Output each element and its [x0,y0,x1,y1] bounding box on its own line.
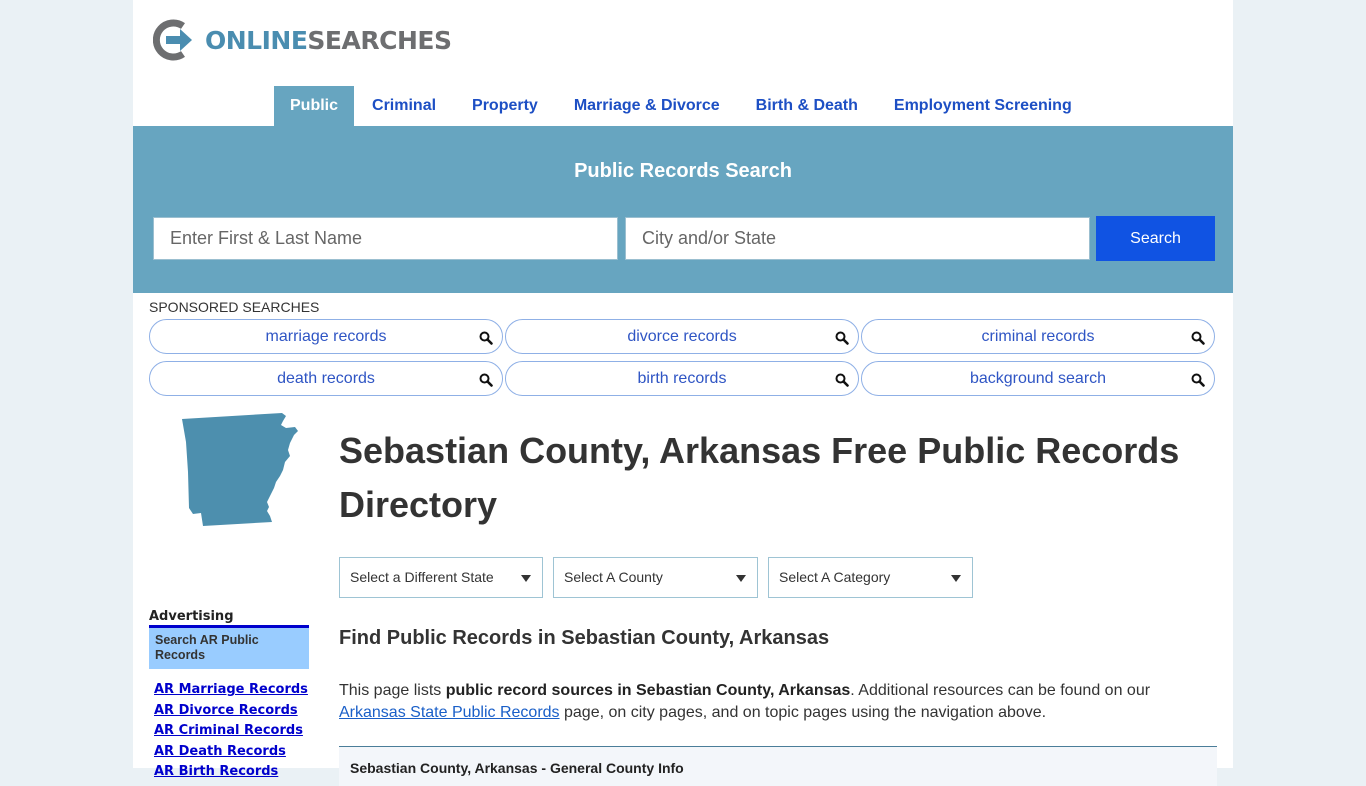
pill-label: marriage records [265,328,387,345]
search-icon [479,331,493,345]
select-state-value: Select a Different State [350,569,494,585]
sponsored-searches-grid: marriage records divorce records crimina… [149,319,1215,396]
sidebar-link-ar-criminal-records[interactable]: AR Criminal Records [154,721,308,742]
sidebar-links: AR Marriage Records AR Divorce Records A… [154,680,308,783]
nav-item-marriage-divorce[interactable]: Marriage & Divorce [556,86,738,126]
sponsored-search-pill[interactable]: divorce records [505,319,859,354]
logo-icon [153,19,192,61]
sidebar-link-ar-divorce-records[interactable]: AR Divorce Records [154,701,308,722]
select-county-dropdown[interactable]: Select A County [553,557,758,598]
sponsored-search-pill[interactable]: marriage records [149,319,503,354]
section-heading: Find Public Records in Sebastian County,… [339,627,830,649]
main-nav: Public Criminal Property Marriage & Divo… [274,86,1090,126]
chevron-down-icon [521,575,531,582]
sponsored-searches-label: SPONSORED SEARCHES [149,299,320,315]
pill-label: criminal records [981,328,1095,345]
nav-item-birth-death[interactable]: Birth & Death [738,86,876,126]
search-banner: Public Records Search Search [133,126,1233,293]
pill-label: background search [969,370,1107,387]
arkansas-state-map-icon [182,413,298,526]
sponsored-search-pill[interactable]: death records [149,361,503,396]
pill-label: death records [277,370,375,387]
select-category-dropdown[interactable]: Select A Category [768,557,973,598]
logo-text: ONLINESEARCHES [205,25,452,55]
search-icon [1191,373,1205,387]
search-icon [1191,331,1205,345]
sponsored-search-pill[interactable]: birth records [505,361,859,396]
select-county-value: Select A County [564,569,663,585]
intro-text: This page lists [339,682,446,699]
sidebar-link-ar-birth-records[interactable]: AR Birth Records [154,762,308,783]
city-state-input[interactable] [625,217,1090,260]
intro-text: page, on city pages, and on topic pages … [559,704,1047,721]
select-different-state-dropdown[interactable]: Select a Different State [339,557,543,598]
search-banner-title: Public Records Search [574,160,792,182]
nav-item-employment-screening[interactable]: Employment Screening [876,86,1090,126]
chevron-down-icon [736,575,746,582]
sponsored-search-pill[interactable]: criminal records [861,319,1215,354]
pill-label: birth records [637,370,727,387]
intro-paragraph: This page lists public record sources in… [339,680,1219,724]
search-button[interactable]: Search [1096,216,1215,261]
sponsored-search-pill[interactable]: background search [861,361,1215,396]
chevron-down-icon [951,575,961,582]
logo-word-online: ONLINE [205,25,308,55]
sidebar-link-ar-marriage-records[interactable]: AR Marriage Records [154,680,308,701]
select-category-value: Select A Category [779,569,891,585]
page-title: Sebastian County, Arkansas Free Public R… [339,430,1180,525]
nav-item-public[interactable]: Public [274,86,355,126]
name-search-input[interactable] [153,217,618,260]
sidebar-link-ar-death-records[interactable]: AR Death Records [154,742,308,763]
logo-word-searches: SEARCHES [307,25,452,55]
nav-item-criminal[interactable]: Criminal [354,86,454,126]
nav-item-property[interactable]: Property [454,86,556,126]
page-container: ONLINESEARCHES Public Criminal Property … [133,0,1233,786]
pill-label: divorce records [627,328,737,345]
advertising-label: Advertising [149,609,234,624]
general-county-info-title: Sebastian County, Arkansas - General Cou… [350,760,684,776]
search-icon [835,373,849,387]
general-county-info-box: Sebastian County, Arkansas - General Cou… [339,746,1217,786]
site-logo[interactable]: ONLINESEARCHES [153,18,452,62]
search-icon [835,331,849,345]
intro-bold-text: public record sources in Sebastian Count… [445,682,851,699]
search-ar-public-records-ad[interactable]: Search AR Public Records [149,625,309,669]
intro-text: . Additional resources can be found on o… [850,682,1151,699]
arkansas-state-public-records-link[interactable]: Arkansas State Public Records [339,704,560,721]
search-icon [479,373,493,387]
